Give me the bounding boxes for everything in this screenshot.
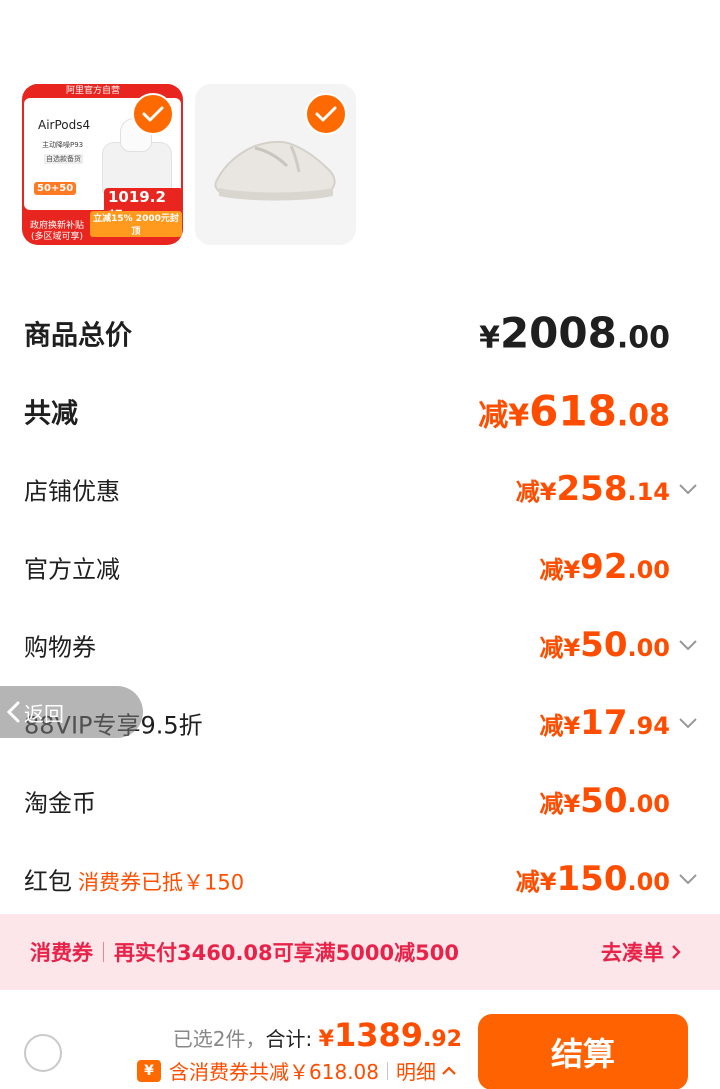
ad-badge: 50+50 xyxy=(34,182,77,195)
row-shopping-voucher[interactable]: 购物券 减¥50.00 xyxy=(24,610,698,680)
chevron-down-icon[interactable] xyxy=(678,872,698,886)
back-button[interactable]: 返回 xyxy=(0,686,143,738)
row-value: 减¥50.00 xyxy=(539,625,670,665)
total-label: 合计: xyxy=(265,1027,319,1051)
coupon-tag: 消费券 xyxy=(30,941,93,965)
chevron-left-icon xyxy=(6,701,20,723)
divider xyxy=(387,1061,388,1080)
checkout-bar: 已选2件，合计: ¥1389.92 ¥ 含消费券共减￥618.08 明细 结算 xyxy=(0,990,720,1089)
product-checked-icon[interactable] xyxy=(305,93,347,135)
chevron-down-icon[interactable] xyxy=(678,638,698,652)
ad-left-note: 政府换新补贴 (多区域可享) xyxy=(29,221,84,242)
divider xyxy=(103,942,104,962)
yen-icon: ¥ xyxy=(137,1059,162,1082)
row-value: 减¥92.00 xyxy=(539,547,670,587)
ad-right-note: 立减15% 2000元封顶 xyxy=(90,211,182,237)
row-label: 淘金币 xyxy=(24,789,96,818)
select-all-radio[interactable] xyxy=(24,1034,62,1072)
row-reduce: 共减 减¥618.08 xyxy=(24,376,698,446)
row-store-discount[interactable]: 店铺优惠 减¥258.14 xyxy=(24,454,698,524)
row-official-discount: 官方立减 减¥92.00 xyxy=(24,532,698,602)
discount-text: 含消费券共减￥618.08 xyxy=(169,1060,379,1084)
total-payable: ¥1389.92 xyxy=(318,1016,462,1054)
row-label: 官方立减 xyxy=(24,555,120,584)
row-red-packet[interactable]: 红包 消费券已抵￥150 减¥150.00 xyxy=(24,844,698,914)
ad-product-subtitle: 主动降噪P93 xyxy=(42,141,84,149)
add-more-link[interactable]: 去凑单 xyxy=(601,937,684,967)
row-label: 共减 xyxy=(24,398,78,430)
row-taojinbi: 淘金币 减¥50.00 xyxy=(24,766,698,836)
row-value: 减¥17.94 xyxy=(539,703,670,743)
detail-toggle[interactable]: 明细 xyxy=(396,1056,458,1085)
back-label: 返回 xyxy=(24,701,64,726)
row-value: 减¥50.00 xyxy=(539,781,670,821)
row-label: 商品总价 xyxy=(24,320,132,352)
sum-line: 已选2件，合计: ¥1389.92 xyxy=(173,1016,462,1054)
reduce-total: 减¥618.08 xyxy=(478,386,670,436)
total-price: ¥2008.00 xyxy=(479,308,670,358)
chevron-down-icon[interactable] xyxy=(678,482,698,496)
discount-summary: ¥ 含消费券共减￥618.08 明细 xyxy=(137,1056,458,1085)
row-value: 减¥150.00 xyxy=(515,859,670,899)
product-thumb-sneaker[interactable] xyxy=(195,84,356,245)
consumer-voucher-note: 消费券已抵￥150 xyxy=(78,870,245,895)
row-label: 红包 消费券已抵￥150 xyxy=(24,867,245,896)
chevron-down-icon[interactable] xyxy=(678,716,698,730)
row-total: 商品总价 ¥2008.00 xyxy=(24,298,698,368)
checkout-button[interactable]: 结算 xyxy=(478,1014,688,1089)
product-thumb-airpods[interactable]: 阿里官方自营 AirPods4 主动降噪P93 自选款备货 50+50 1019… xyxy=(22,84,183,245)
ad-chip: 自选款备货 xyxy=(44,154,83,164)
product-checked-icon[interactable] xyxy=(132,93,174,135)
chevron-up-icon xyxy=(442,1065,456,1075)
coupon-message: 再实付3460.08可享满5000减500 xyxy=(114,941,459,965)
row-label: 店铺优惠 xyxy=(24,477,120,506)
selected-count: 已选2件， xyxy=(172,1027,266,1051)
row-label: 购物券 xyxy=(24,633,96,662)
row-value: 减¥258.14 xyxy=(515,469,670,509)
coupon-banner: 消费券 再实付3460.08可享满5000减500 去凑单 xyxy=(0,914,720,990)
chevron-right-icon xyxy=(672,945,681,959)
ad-product-name: AirPods4 xyxy=(38,118,91,132)
product-thumbnails: 阿里官方自营 AirPods4 主动降噪P93 自选款备货 50+50 1019… xyxy=(22,84,356,245)
